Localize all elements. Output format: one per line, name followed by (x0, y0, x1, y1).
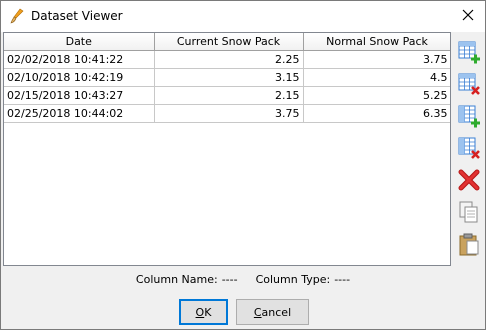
add-row-button[interactable] (455, 37, 483, 69)
add-column-button[interactable] (455, 101, 483, 133)
ok-label-rest: K (204, 305, 212, 319)
dataset-table[interactable]: Date Current Snow Pack Normal Snow Pack … (3, 32, 451, 266)
remove-column-icon (457, 136, 481, 163)
table-row[interactable]: 02/10/2018 10:42:19 3.15 4.5 (4, 68, 450, 87)
table-toolbar (455, 37, 483, 261)
column-header-current-snow-pack[interactable]: Current Snow Pack (154, 33, 304, 51)
remove-column-button[interactable] (455, 133, 483, 165)
paste-button[interactable] (455, 229, 483, 261)
table-cell-normal[interactable]: 3.75 (303, 50, 450, 69)
table-header-row: Date Current Snow Pack Normal Snow Pack (4, 33, 450, 51)
table-cell-date[interactable]: 02/10/2018 10:42:19 (4, 68, 155, 87)
table-row[interactable]: 02/02/2018 10:41:22 2.25 3.75 (4, 50, 450, 69)
table-cell-current[interactable]: 2.15 (154, 86, 304, 105)
remove-row-button[interactable] (455, 69, 483, 101)
copy-button[interactable] (455, 197, 483, 229)
dataset-viewer-window: Dataset Viewer Date Current Snow Pack No… (0, 0, 486, 330)
brush-icon (9, 8, 25, 24)
column-type-label: Column Type: (255, 273, 331, 286)
table-cell-normal[interactable]: 5.25 (303, 86, 450, 105)
delete-icon (457, 168, 481, 195)
table-cell-date[interactable]: 02/25/2018 10:44:02 (4, 104, 155, 123)
paste-icon (457, 232, 481, 259)
ok-button[interactable]: OK (179, 299, 228, 325)
column-header-normal-snow-pack[interactable]: Normal Snow Pack (303, 33, 450, 51)
ok-mnemonic: O (195, 305, 205, 319)
cancel-mnemonic: C (253, 305, 262, 319)
column-header-date[interactable]: Date (4, 33, 155, 51)
column-name-label: Column Name: (135, 273, 218, 286)
table-row[interactable]: 02/25/2018 10:44:02 3.75 6.35 (4, 104, 450, 123)
close-button[interactable] (451, 1, 485, 32)
close-icon (462, 9, 474, 24)
remove-row-icon (457, 72, 481, 99)
table-cell-date[interactable]: 02/02/2018 10:41:22 (4, 50, 155, 69)
table-cell-current[interactable]: 3.15 (154, 68, 304, 87)
column-info: Column Name: ---- Column Type: ---- (1, 273, 485, 286)
table-cell-current[interactable]: 2.25 (154, 50, 304, 69)
table-cell-current[interactable]: 3.75 (154, 104, 304, 123)
copy-icon (457, 200, 481, 227)
add-row-icon (457, 40, 481, 67)
title-bar: Dataset Viewer (1, 1, 485, 32)
cancel-button[interactable]: Cancel (236, 299, 309, 325)
cancel-label-rest: ancel (261, 305, 292, 319)
table-cell-normal[interactable]: 6.35 (303, 104, 450, 123)
table-row[interactable]: 02/15/2018 10:43:27 2.15 5.25 (4, 86, 450, 105)
window-title: Dataset Viewer (31, 9, 123, 23)
add-column-icon (457, 104, 481, 131)
column-name-value: ---- (221, 273, 238, 286)
column-type-value: ---- (334, 273, 351, 286)
table-cell-date[interactable]: 02/15/2018 10:43:27 (4, 86, 155, 105)
delete-button[interactable] (455, 165, 483, 197)
table-cell-normal[interactable]: 4.5 (303, 68, 450, 87)
